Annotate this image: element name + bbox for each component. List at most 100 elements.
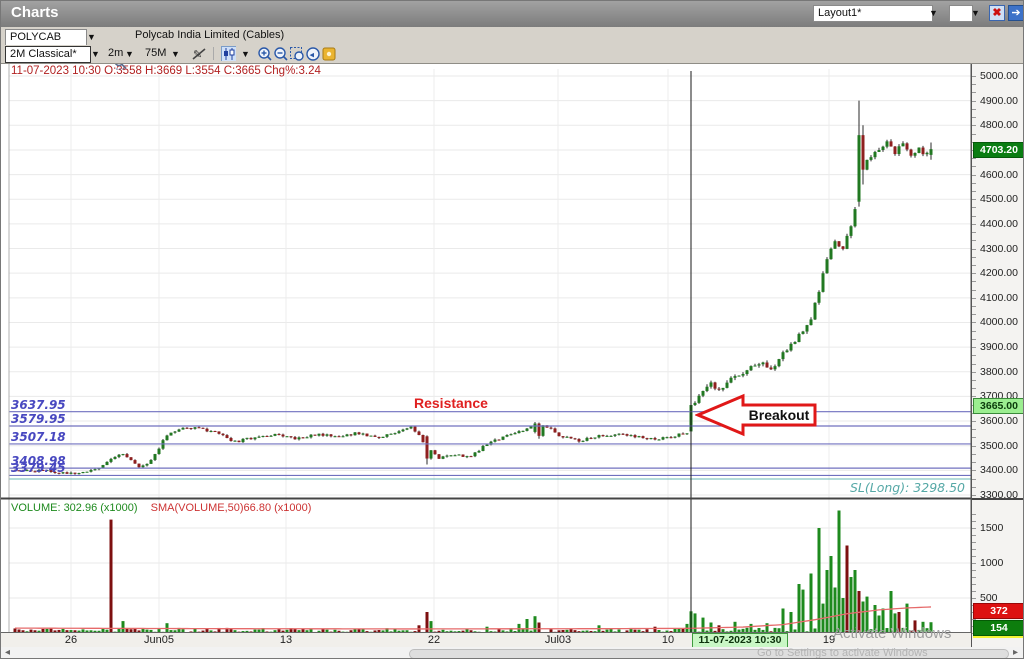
axis-tick	[972, 339, 976, 340]
axis-tick	[972, 421, 976, 422]
charts-window: Charts Layout1* ▼ ▼ ✖ ➔ POLYCAB ▼ Polyca…	[0, 0, 1024, 659]
volume-sma-line	[15, 607, 931, 629]
template-combo[interactable]: 2M Classical*	[5, 46, 91, 63]
axis-tick	[972, 109, 976, 110]
axis-tick	[972, 521, 976, 522]
price-axis-label: 4900.00	[980, 95, 1018, 107]
interval-combo-arrow-icon[interactable]: ▼	[125, 46, 134, 63]
zoom-reset-icon[interactable]: ◂	[305, 46, 320, 61]
axis-tick	[972, 216, 976, 217]
swatch-combo-arrow-icon[interactable]: ▼	[971, 5, 980, 22]
axis-tick	[972, 429, 976, 430]
window-title: Charts	[11, 4, 59, 21]
axis-tick	[972, 257, 976, 258]
scroll-right-icon[interactable]: ▸	[1013, 647, 1018, 658]
symbol-combo-arrow-icon[interactable]: ▼	[87, 29, 96, 46]
axis-tick	[972, 487, 976, 488]
axis-tick	[972, 454, 976, 455]
activate-settings-watermark: Go to Settings to activate Windows	[757, 647, 928, 659]
axis-tick	[972, 117, 976, 118]
time-axis-panel[interactable]: 11-07-2023 10:30 26Jun051322Jul031019	[1, 632, 971, 648]
axis-tick	[972, 347, 976, 348]
axis-tick	[972, 134, 976, 135]
axis-tick	[972, 240, 976, 241]
axis-tick	[972, 479, 976, 480]
layout-combo-value: Layout1*	[818, 7, 861, 19]
crosshair-price-badge: 3665.00	[973, 398, 1024, 414]
axis-tick	[972, 528, 976, 529]
hide-drawings-icon[interactable]: ✎	[191, 46, 206, 61]
volume-sma-text: SMA(VOLUME,50)66.80 (x1000)	[151, 502, 312, 514]
x-axis-label: 26	[49, 634, 93, 646]
price-axis-label: 3900.00	[980, 341, 1018, 353]
axis-tick	[972, 556, 976, 557]
axis-tick	[972, 232, 976, 233]
toolbar-separator	[213, 47, 214, 60]
axis-tick	[972, 322, 976, 323]
axis-tick	[972, 199, 976, 200]
volume-sma-badge: 372	[973, 603, 1024, 619]
range-combo-arrow-icon[interactable]: ▼	[171, 46, 180, 63]
ohlc-info-line: 11-07-2023 10:30 O:3558 H:3669 L:3554 C:…	[11, 65, 321, 77]
crosshair-date-badge: 11-07-2023 10:30	[692, 633, 788, 648]
template-combo-arrow-icon[interactable]: ▼	[91, 46, 100, 63]
price-axis-label: 4000.00	[980, 316, 1018, 328]
title-bar: Charts Layout1* ▼ ▼ ✖ ➔	[1, 1, 1024, 27]
volume-axis-label: 1000	[980, 557, 1003, 569]
axis-tick	[972, 570, 976, 571]
layout-combo[interactable]: Layout1*	[813, 5, 933, 22]
chart-type-arrow-icon[interactable]: ▼	[241, 46, 250, 63]
scroll-left-icon[interactable]: ◂	[5, 647, 10, 658]
color-swatch-combo[interactable]	[949, 5, 973, 22]
price-axis-label: 4100.00	[980, 292, 1018, 304]
zoom-area-icon[interactable]	[289, 46, 304, 61]
axis-tick	[972, 125, 976, 126]
layout-combo-arrow-icon[interactable]: ▼	[929, 5, 938, 22]
axis-tick	[972, 76, 976, 77]
symbol-input[interactable]: POLYCAB	[5, 29, 87, 46]
price-axis-label: 4400.00	[980, 218, 1018, 230]
axis-tick	[972, 224, 976, 225]
axis-tick	[972, 470, 976, 471]
interval-combo[interactable]: 2m	[108, 47, 123, 59]
price-axis-label: 3300.00	[980, 489, 1018, 501]
axis-tick	[972, 446, 976, 447]
x-axis-label: 10	[646, 634, 690, 646]
axis-tick	[972, 380, 976, 381]
axis-tick	[972, 495, 976, 496]
svg-text:◂: ◂	[310, 50, 315, 60]
template-combo-value: 2M Classical*	[10, 48, 77, 60]
axis-tick	[972, 563, 976, 564]
x-axis-label: 13	[264, 634, 308, 646]
axis-tick	[972, 549, 976, 550]
axis-tick	[972, 577, 976, 578]
axis-tick	[972, 584, 976, 585]
detach-window-icon[interactable]: ➔	[1008, 5, 1024, 21]
close-layout-icon[interactable]: ✖	[989, 5, 1005, 21]
zoom-out-icon[interactable]	[273, 46, 288, 61]
x-axis-label: Jun05	[137, 634, 181, 646]
price-axis-panel[interactable]: 4703.20 3665.00 372 154 5000.004900.0048…	[971, 63, 1024, 647]
x-axis-label: Jul03	[536, 634, 580, 646]
price-axis-label: 4800.00	[980, 119, 1018, 131]
volume-indicator-header: VOLUME: 302.96 (x1000) SMA(VOLUME,50)66.…	[11, 502, 311, 514]
zoom-in-icon[interactable]	[257, 46, 272, 61]
axis-tick	[972, 591, 976, 592]
chart-settings-icon[interactable]	[321, 46, 336, 61]
symbol-value: POLYCAB	[10, 31, 61, 43]
price-axis-label: 4300.00	[980, 243, 1018, 255]
current-volume-badge: 154	[973, 620, 1024, 636]
axis-tick	[972, 314, 976, 315]
range-combo[interactable]: 75M	[145, 47, 166, 59]
breakout-label: Breakout	[749, 407, 810, 423]
price-axis-label: 3800.00	[980, 366, 1018, 378]
resistance-annotation: Resistance	[414, 395, 488, 411]
axis-tick	[972, 290, 976, 291]
price-axis-label: 3500.00	[980, 440, 1018, 452]
chart-type-candles-icon[interactable]	[221, 46, 236, 61]
price-chart-canvas[interactable]	[1, 1, 1024, 659]
axis-tick	[972, 158, 976, 159]
volume-series	[14, 511, 933, 634]
chart-toolbar: 2M Classical* ▼ 2m ▼ 75M ▼ ✎ ▼	[1, 45, 1024, 64]
grid-lines	[9, 69, 971, 632]
